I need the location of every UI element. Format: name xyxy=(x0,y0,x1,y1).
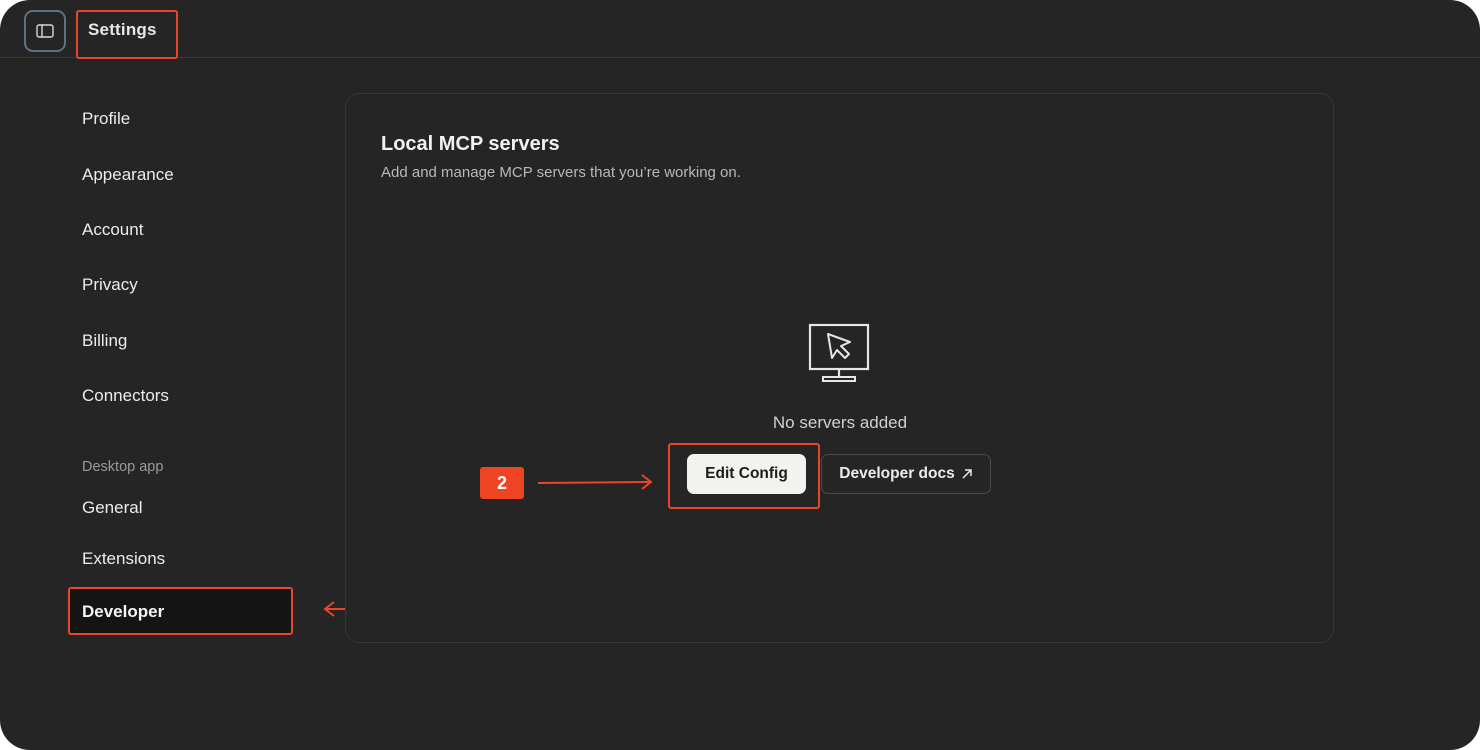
sidebar-item-privacy[interactable]: Privacy xyxy=(82,275,138,295)
monitor-cursor-icon xyxy=(808,323,870,382)
sidebar-item-extensions[interactable]: Extensions xyxy=(82,549,165,569)
developer-docs-label: Developer docs xyxy=(839,465,955,482)
sidebar-toggle-button[interactable] xyxy=(24,10,66,52)
top-bar: Settings xyxy=(0,0,1480,59)
panel-title: Local MCP servers xyxy=(381,133,560,155)
sidebar-item-connectors[interactable]: Connectors xyxy=(82,386,169,406)
edit-config-button[interactable]: Edit Config xyxy=(687,454,806,494)
sidebar-item-developer[interactable]: Developer xyxy=(68,587,293,635)
annotation-badge-2: 2 xyxy=(480,467,524,499)
sidebar-item-appearance[interactable]: Appearance xyxy=(82,165,174,185)
sidebar-item-profile[interactable]: Profile xyxy=(82,109,130,129)
settings-window: Settings Profile Appearance Account Priv… xyxy=(0,0,1480,750)
sidebar-section-desktop-app: Desktop app xyxy=(82,459,164,475)
developer-docs-button[interactable]: Developer docs xyxy=(821,454,991,494)
empty-state-text: No servers added xyxy=(772,413,908,432)
sidebar-item-developer-label: Developer xyxy=(82,602,165,621)
annotation-arrow-2 xyxy=(537,474,653,490)
panel-subtitle: Add and manage MCP servers that you’re w… xyxy=(381,164,741,181)
sidebar-toggle-icon xyxy=(36,24,54,38)
page-title: Settings xyxy=(88,20,157,39)
sidebar-item-general[interactable]: General xyxy=(82,498,142,518)
arrow-up-right-icon xyxy=(962,469,972,479)
sidebar-item-billing[interactable]: Billing xyxy=(82,331,127,351)
sidebar-item-account[interactable]: Account xyxy=(82,220,143,240)
